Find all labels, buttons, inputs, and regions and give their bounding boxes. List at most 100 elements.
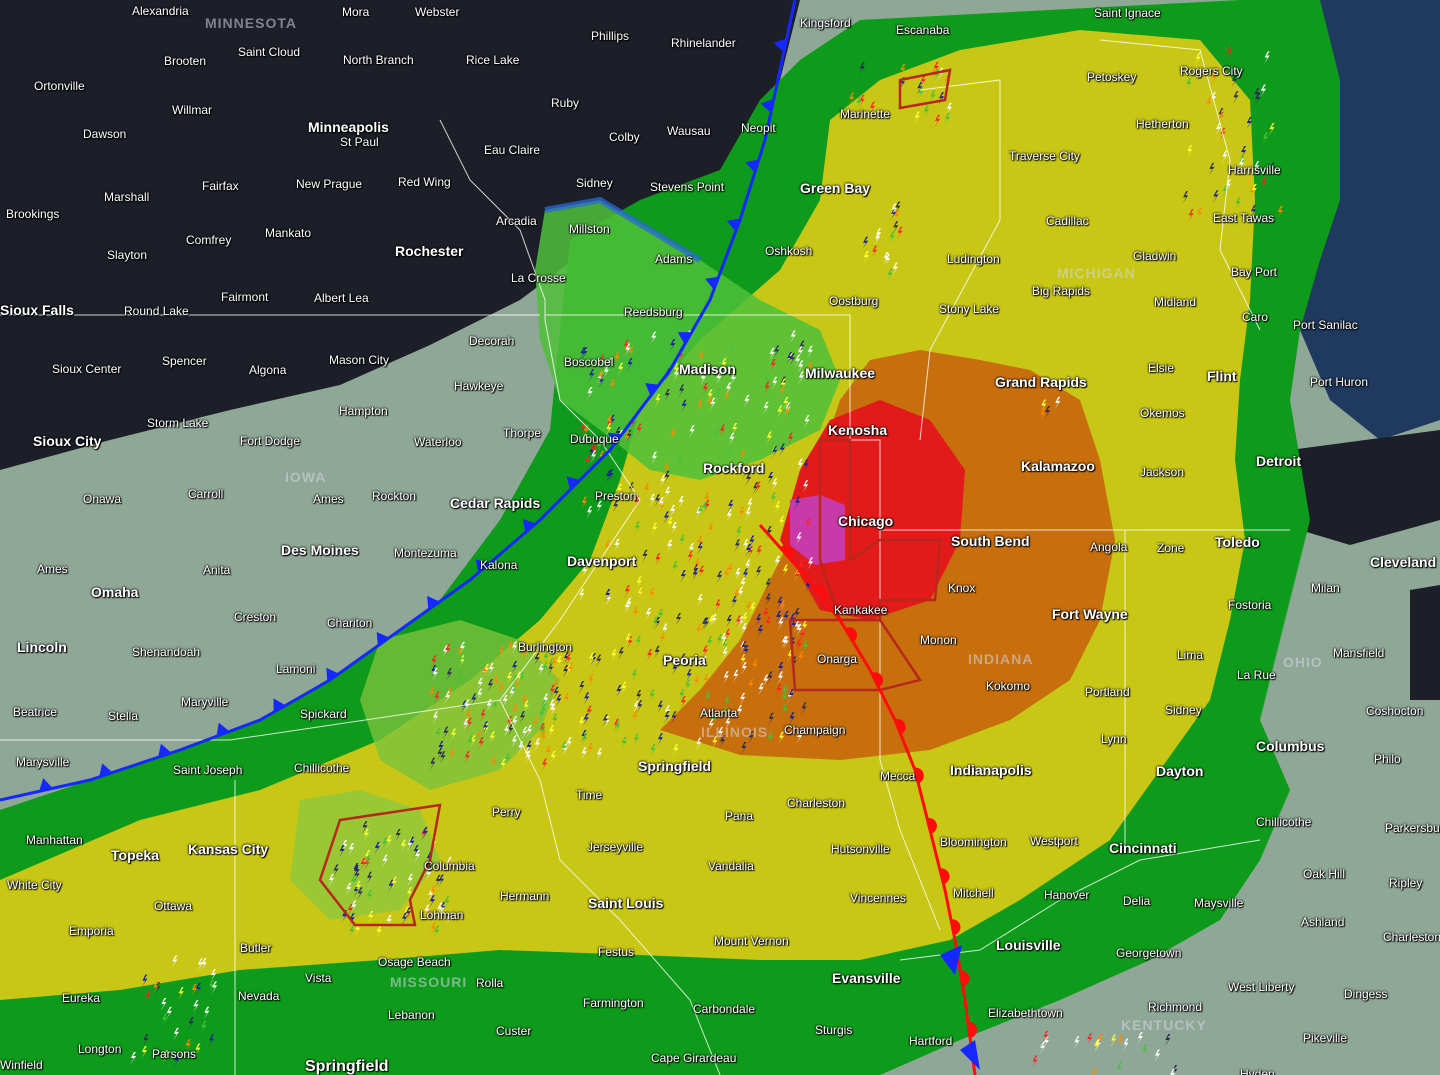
- city-label-eureka: Eureka: [62, 991, 101, 1005]
- city-label-montezuma: Montezuma: [394, 546, 457, 560]
- city-label-lamoni: Lamoni: [276, 662, 316, 676]
- city-label-columbia: Columbia: [424, 859, 475, 873]
- city-label-stevens-point: Stevens Point: [650, 180, 725, 194]
- city-label-champaign: Champaign: [784, 723, 846, 737]
- city-label-nevada: Nevada: [238, 989, 280, 1003]
- city-label-saint-joseph: Saint Joseph: [173, 763, 243, 777]
- city-label-longton: Longton: [78, 1042, 122, 1056]
- weather-map[interactable]: Alexandria Mora Webster Kingsford Escanaba Sa…: [0, 0, 1440, 1075]
- city-label-rolla: Rolla: [476, 976, 504, 990]
- city-label-spickard: Spickard: [300, 707, 347, 721]
- city-label-ripley: Ripley: [1389, 876, 1423, 890]
- city-label-elizabethtown: Elizabethtown: [988, 1006, 1063, 1020]
- city-label-boscobel: Boscobel: [564, 355, 614, 369]
- city-label-jerseyville: Jerseyville: [587, 840, 644, 854]
- city-label-dingess: Dingess: [1344, 987, 1388, 1001]
- city-label-sioux-falls: Sioux Falls: [0, 302, 74, 318]
- city-label-fairfax: Fairfax: [202, 179, 239, 193]
- city-label-hanover: Hanover: [1044, 888, 1090, 902]
- city-label-green-bay: Green Bay: [800, 180, 871, 196]
- city-label-mora: Mora: [342, 5, 370, 19]
- city-label-manhattan: Manhattan: [26, 833, 83, 847]
- city-label-hyden: Hyden: [1240, 1067, 1275, 1075]
- city-label-rogers-city: Rogers City: [1180, 64, 1243, 78]
- city-label-sioux-center: Sioux Center: [52, 362, 122, 376]
- city-label-petoskey: Petoskey: [1087, 70, 1137, 84]
- city-label-sidney-oh: Sidney: [1165, 703, 1202, 717]
- city-label-harrisville: Harrisville: [1228, 163, 1281, 177]
- city-label-adams: Adams: [655, 252, 693, 266]
- city-label-atlanta: Atlanta: [700, 706, 738, 720]
- city-label-ames-ne: Ames: [37, 562, 68, 576]
- city-label-kankakee: Kankakee: [834, 603, 888, 617]
- city-label-farmington: Farmington: [583, 996, 644, 1010]
- city-label-oostburg: Oostburg: [829, 294, 879, 308]
- city-label-cedar-rapids: Cedar Rapids: [450, 495, 541, 511]
- city-label-beatrice: Beatrice: [13, 705, 58, 719]
- city-label-vandalia: Vandalia: [708, 859, 754, 873]
- city-label-rhinelander: Rhinelander: [671, 36, 736, 50]
- city-label-webster: Webster: [415, 5, 460, 19]
- city-label-georgetown: Georgetown: [1116, 946, 1182, 960]
- city-label-charleston-wv: Charleston: [1383, 930, 1440, 944]
- city-label-chillicothe-oh: Chillicothe: [1256, 815, 1312, 829]
- city-label-mason-city: Mason City: [329, 353, 390, 367]
- city-label-hetherton: Hetherton: [1136, 117, 1189, 131]
- city-label-mecca: Mecca: [880, 769, 916, 783]
- city-label-albert-lea: Albert Lea: [314, 291, 369, 305]
- state-label-indiana: INDIANA: [968, 651, 1034, 667]
- city-label-butler: Butler: [240, 941, 272, 955]
- state-label-iowa: IOWA: [285, 469, 327, 485]
- city-label-fostoria: Fostoria: [1228, 598, 1272, 612]
- city-label-fort-dodge: Fort Dodge: [240, 434, 301, 448]
- cold-front-tooth-south-2: [960, 1040, 980, 1070]
- city-label-portland: Portland: [1085, 685, 1130, 699]
- city-label-thorpe: Thorpe: [503, 426, 542, 440]
- city-label-reedsburg: Reedsburg: [624, 305, 683, 319]
- city-label-grand-rapids: Grand Rapids: [995, 374, 1087, 390]
- city-label-osage-beach: Osage Beach: [378, 955, 451, 969]
- city-label-waterloo: Waterloo: [414, 435, 462, 449]
- city-label-rockford: Rockford: [703, 460, 765, 476]
- city-label-topeka: Topeka: [111, 847, 159, 863]
- city-label-red-wing: Red Wing: [398, 175, 451, 189]
- city-label-ottawa: Ottawa: [154, 899, 193, 913]
- city-label-st-paul: St Paul: [340, 135, 379, 149]
- city-label-east-tawas: East Tawas: [1213, 211, 1275, 225]
- city-label-westport: Westport: [1030, 834, 1078, 848]
- cold-front-line: [0, 0, 797, 802]
- city-label-chicago: Chicago: [838, 513, 894, 529]
- city-label-rockton: Rockton: [372, 489, 417, 503]
- city-label-big-rapids: Big Rapids: [1032, 284, 1091, 298]
- city-label-hartford: Hartford: [909, 1034, 953, 1048]
- state-label-missouri: MISSOURI: [390, 974, 468, 990]
- city-label-sidney-wi: Sidney: [576, 176, 613, 190]
- city-label-lima: Lima: [1177, 648, 1204, 662]
- city-label-vista: Vista: [305, 971, 332, 985]
- city-label-columbus: Columbus: [1256, 738, 1325, 754]
- city-label-port-sanilac: Port Sanilac: [1293, 318, 1358, 332]
- city-label-davenport: Davenport: [567, 553, 637, 569]
- city-label-mansfield: Mansfield: [1333, 646, 1385, 660]
- city-label-sturgis: Sturgis: [815, 1023, 853, 1037]
- city-label-winfield: Winfield: [0, 1058, 43, 1072]
- city-label-mount-vernon: Mount Vernon: [714, 934, 789, 948]
- state-label-michigan: MICHIGAN: [1057, 265, 1136, 281]
- city-label-ludington: Ludington: [947, 252, 1000, 266]
- city-label-time: Time: [576, 788, 603, 802]
- city-label-carroll: Carroll: [188, 487, 224, 501]
- city-label-traverse-city: Traverse City: [1009, 149, 1080, 163]
- city-label-fairmont: Fairmont: [221, 290, 269, 304]
- city-label-lohman: Lohman: [420, 908, 464, 922]
- city-label-arcadia: Arcadia: [496, 214, 537, 228]
- city-label-bloomington: Bloomington: [940, 835, 1007, 849]
- city-label-cleveland: Cleveland: [1370, 554, 1437, 570]
- city-label-cincinnati: Cincinnati: [1109, 840, 1177, 856]
- city-label-hawkeye: Hawkeye: [454, 379, 504, 393]
- city-label-millston: Millston: [569, 222, 610, 236]
- city-label-la-crosse: La Crosse: [511, 271, 566, 285]
- city-label-anita: Anita: [203, 563, 231, 577]
- city-label-storm-lake: Storm Lake: [147, 416, 209, 430]
- state-label-ohio: OHIO: [1283, 654, 1323, 670]
- state-label-illinois: ILLINOIS: [701, 724, 769, 740]
